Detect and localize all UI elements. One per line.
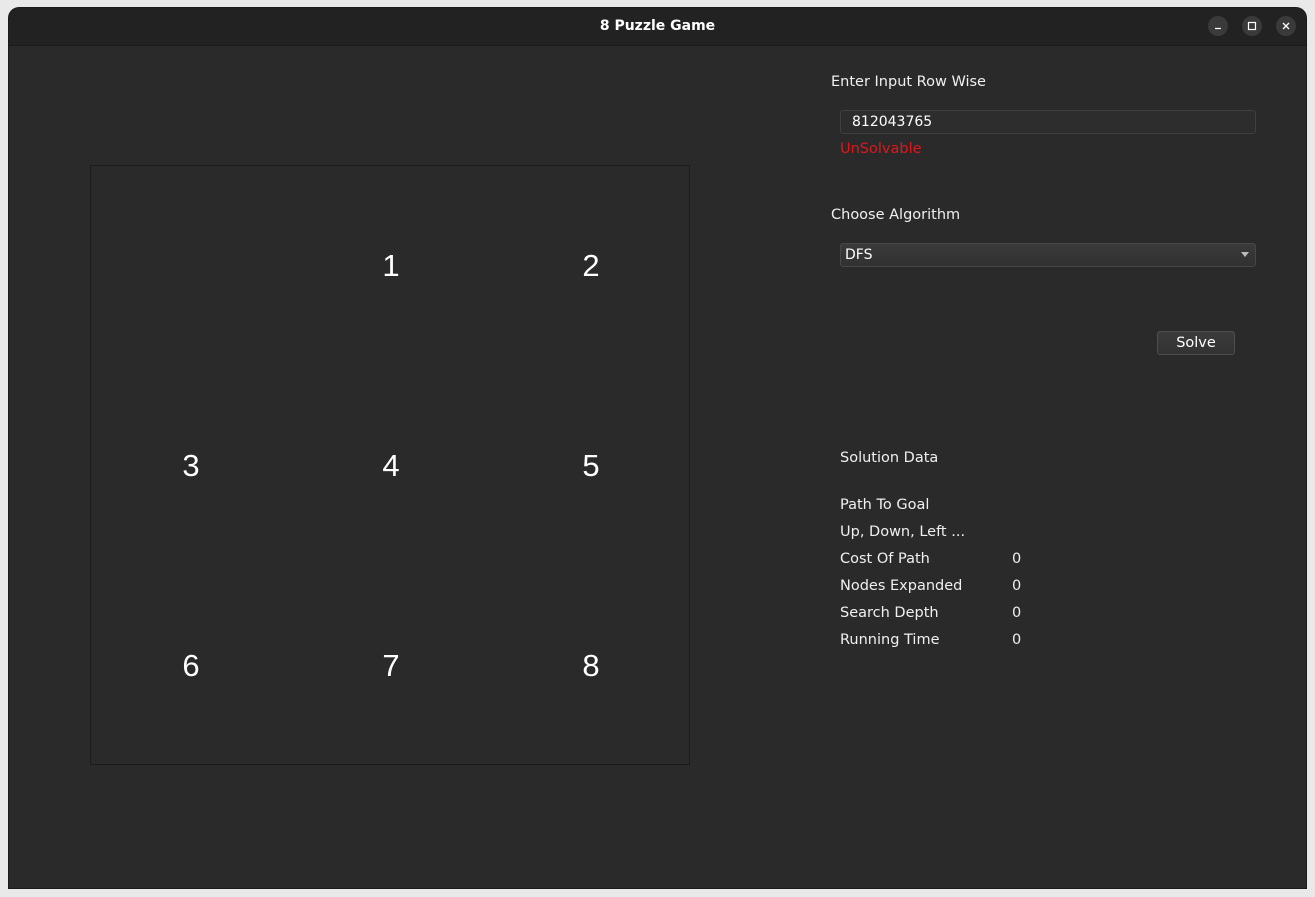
close-button[interactable] (1276, 16, 1296, 36)
maximize-button[interactable] (1242, 16, 1262, 36)
app-window: 8 Puzzle Game 1 2 3 4 5 6 7 8 Enter Inpu… (9, 8, 1306, 888)
cost-label: Cost Of Path (840, 551, 930, 567)
minimize-icon (1215, 27, 1221, 30)
input-label: Enter Input Row Wise (831, 74, 986, 90)
solution-title: Solution Data (840, 450, 939, 466)
status-message: UnSolvable (840, 141, 922, 157)
depth-value: 0 (1012, 605, 1022, 621)
algorithm-selected: DFS (845, 247, 873, 263)
puzzle-board: 1 2 3 4 5 6 7 8 (90, 165, 690, 765)
time-value: 0 (1012, 632, 1022, 648)
depth-label: Search Depth (840, 605, 939, 621)
algorithm-dropdown[interactable]: DFS (840, 243, 1256, 267)
puzzle-tile: 4 (382, 448, 400, 483)
close-icon (1282, 22, 1290, 30)
puzzle-tile: 3 (182, 448, 200, 483)
maximize-icon (1247, 21, 1257, 31)
solve-button[interactable]: Solve (1157, 331, 1235, 355)
path-label: Path To Goal (840, 497, 930, 513)
chevron-down-icon (1241, 252, 1249, 257)
time-label: Running Time (840, 632, 940, 648)
puzzle-tile: 7 (382, 648, 400, 683)
puzzle-tile: 1 (382, 248, 400, 283)
cost-value: 0 (1012, 551, 1022, 567)
puzzle-tile (91, 166, 291, 366)
puzzle-tile: 2 (582, 248, 600, 283)
algorithm-label: Choose Algorithm (831, 207, 961, 223)
puzzle-tile: 5 (582, 448, 600, 483)
nodes-label: Nodes Expanded (840, 578, 963, 594)
path-value: Up, Down, Left ... (840, 524, 966, 540)
minimize-button[interactable] (1208, 16, 1228, 36)
nodes-value: 0 (1012, 578, 1022, 594)
window-title: 8 Puzzle Game (599, 18, 716, 34)
puzzle-tile: 6 (182, 648, 200, 683)
puzzle-tile: 8 (582, 648, 600, 683)
title-bar[interactable]: 8 Puzzle Game (9, 8, 1306, 46)
puzzle-input-field[interactable] (840, 110, 1256, 134)
